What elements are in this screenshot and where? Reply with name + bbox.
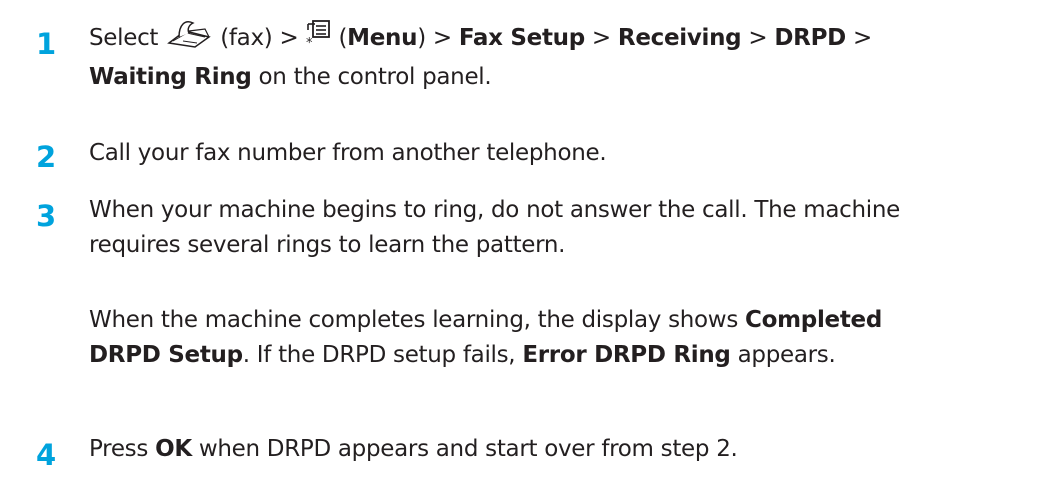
step-number: 2 bbox=[36, 140, 57, 174]
step-number: 1 bbox=[36, 27, 57, 61]
fax-icon bbox=[165, 17, 213, 60]
step-text: Call your fax number from another teleph… bbox=[89, 140, 607, 166]
step-number: 4 bbox=[36, 438, 57, 472]
menu-icon: * bbox=[305, 18, 331, 59]
step-text: Press OK when DRPD appears and start ove… bbox=[89, 436, 738, 462]
step-text: Select (fax) > * (Menu) > Fax Setup > Re… bbox=[89, 17, 1049, 95]
step-note: When the machine completes learning, the… bbox=[89, 307, 882, 368]
step-text: When your machine begins to ring, do not… bbox=[89, 197, 900, 258]
svg-text:*: * bbox=[306, 36, 313, 48]
step-number: 3 bbox=[36, 199, 57, 233]
